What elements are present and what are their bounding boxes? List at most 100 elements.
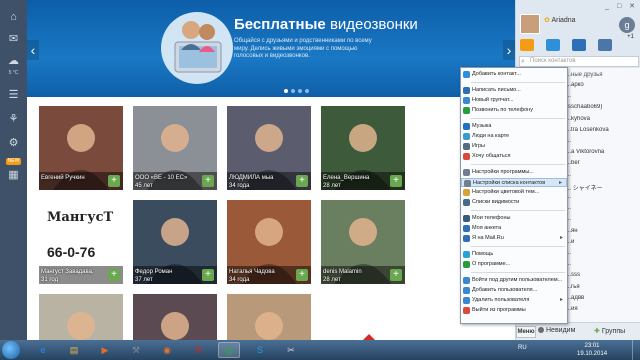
person-tile[interactable]: ООО «ВЕ - 10 ЕС» 45 лет +	[133, 106, 217, 190]
contact-item[interactable]: ...	[566, 138, 640, 148]
contact-item[interactable]: ...ия	[566, 306, 640, 316]
contact-item[interactable]: ...tra Losenkova	[566, 127, 640, 137]
menu-item[interactable]: Новый групчат...	[461, 96, 567, 105]
slide-dot[interactable]	[284, 89, 288, 93]
add-friend-button[interactable]: +	[390, 269, 402, 281]
menu-item[interactable]: Настройки цветовой тем...	[461, 188, 567, 197]
person-name[interactable]: Наталья Чадова	[229, 269, 275, 275]
slide-dot[interactable]	[305, 89, 309, 93]
groups-button[interactable]: ✚ Группы	[594, 327, 625, 335]
person-name[interactable]: Федор Роман	[135, 269, 172, 275]
contact-item[interactable]: ...й	[566, 239, 640, 249]
person-tile[interactable]	[133, 294, 217, 340]
bike-icon[interactable]: ⚙	[5, 136, 22, 150]
ie-icon[interactable]: e	[32, 342, 54, 358]
slide-dot[interactable]	[298, 89, 302, 93]
home-icon[interactable]: ⌂	[5, 10, 22, 24]
add-friend-button[interactable]: +	[202, 175, 214, 187]
contact-item[interactable]: ...гья	[566, 284, 640, 294]
chat-icon[interactable]: ✉	[5, 32, 22, 46]
window-controls[interactable]: _ □ ✕	[605, 2, 638, 10]
menu-item[interactable]: Игры	[461, 142, 567, 151]
plus-one-icon[interactable]: g	[619, 17, 635, 33]
contact-item[interactable]: ... シャイネー	[566, 183, 640, 193]
menu-item[interactable]: Хочу общаться	[461, 152, 567, 161]
add-friend-button[interactable]: +	[296, 175, 308, 187]
menu-item[interactable]: Удалить пользователя ▸	[461, 296, 567, 305]
show-desktop-button[interactable]	[632, 340, 640, 360]
menu-item[interactable]: Добавить пользователя...	[461, 286, 567, 295]
menu-button[interactable]: Меню	[516, 326, 536, 338]
menu-item[interactable]: Я на Mail.Ru ▸	[461, 234, 567, 243]
my-world-icon[interactable]	[572, 39, 586, 51]
contact-item[interactable]: ...ber	[566, 160, 640, 170]
vk-icon[interactable]	[598, 39, 612, 51]
add-friend-button[interactable]: +	[202, 269, 214, 281]
add-friend-button[interactable]: +	[108, 269, 120, 281]
contact-item[interactable]: ...	[566, 194, 640, 204]
menu-item[interactable]: Выйти из программы	[461, 306, 567, 315]
person-name[interactable]: Евгений Ручкин	[41, 175, 85, 181]
person-tile[interactable]: Наталья Чадова 34 года +	[227, 200, 311, 284]
person-tile[interactable]: МангусТ 66-0-76 Мангуст Завадава, 31 год +	[39, 200, 123, 284]
promo-banner[interactable]: ‹ › Бесплатные видеозвонки Общайся с дру…	[27, 0, 515, 97]
clock[interactable]: 23:01 19.10.2014	[577, 342, 607, 358]
banner-prev-button[interactable]: ‹	[27, 40, 39, 60]
contact-item[interactable]: ...адвв	[566, 295, 640, 305]
invisible-status[interactable]: Невидим	[538, 327, 575, 334]
person-tile[interactable]: Елена_Вершина 28 лет +	[321, 106, 405, 190]
person-tile[interactable]: ЛЮДМИЛА мыа 34 года +	[227, 106, 311, 190]
menu-item[interactable]: Написать письмо...	[461, 86, 567, 95]
contact-item[interactable]: (sschaabo69)	[566, 104, 640, 114]
media-player-icon[interactable]: ▶	[94, 342, 116, 358]
contact-item[interactable]: ...ян	[566, 228, 640, 238]
menu-item[interactable]: Помощь	[461, 250, 567, 259]
explorer-icon[interactable]: ▤	[63, 342, 85, 358]
contact-item[interactable]: ...	[566, 261, 640, 271]
add-friend-button[interactable]: +	[108, 175, 120, 187]
add-friend-button[interactable]: +	[390, 175, 402, 187]
contact-item[interactable]: ...sss	[566, 272, 640, 282]
tools-icon[interactable]: ⚒	[125, 342, 147, 358]
menu-item[interactable]: Войти под другим пользователем...	[461, 276, 567, 285]
contact-item[interactable]: ...a Viktorovna	[566, 149, 640, 159]
menu-item[interactable]: Добавить контакт...	[461, 70, 567, 79]
menu-item[interactable]: Люди на карте	[461, 132, 567, 141]
person-tile[interactable]	[321, 294, 405, 340]
mail-agent-icon[interactable]: @	[218, 342, 240, 358]
games-icon[interactable]: ⚘	[5, 112, 22, 126]
person-name[interactable]: Мангуст Завадава,	[41, 269, 94, 275]
status-selector[interactable]: ✿ Ariadna	[544, 16, 576, 24]
menu-item[interactable]: Списки видимости	[461, 198, 567, 207]
language-indicator[interactable]: RU	[518, 345, 527, 351]
apps-icon[interactable]: ▦	[5, 168, 22, 182]
firefox-icon[interactable]: ◉	[156, 342, 178, 358]
skype-icon[interactable]: S	[249, 342, 271, 358]
avatar[interactable]	[520, 14, 540, 34]
menu-item[interactable]: Настройки программы...	[461, 168, 567, 177]
add-friend-button[interactable]: +	[296, 269, 308, 281]
contact-item[interactable]: ...	[566, 216, 640, 226]
odnoklassniki-icon[interactable]	[546, 39, 560, 51]
start-button[interactable]	[2, 341, 20, 359]
menu-item[interactable]: Мои телефоны	[461, 214, 567, 223]
weather-icon[interactable]: ☁	[5, 54, 22, 68]
contact-item[interactable]: ...арко	[566, 82, 640, 92]
contact-item[interactable]: ...	[566, 250, 640, 260]
screen-capture-icon[interactable]: ✂	[280, 342, 302, 358]
person-name[interactable]: denis Malamin	[323, 269, 362, 275]
group-header[interactable]: ...ные друзья	[566, 72, 603, 78]
banner-next-button[interactable]: ›	[503, 40, 515, 60]
menu-item[interactable]: Моя анкета	[461, 224, 567, 233]
person-name[interactable]: ООО «ВЕ - 10 ЕС»	[135, 175, 187, 181]
mail-social-icon[interactable]	[520, 39, 534, 51]
menu-item[interactable]: О программе...	[461, 260, 567, 269]
search-input[interactable]: ⌕ Поиск контактов	[519, 56, 639, 67]
slide-dot[interactable]	[291, 89, 295, 93]
contact-item[interactable]: ...	[566, 172, 640, 182]
person-name[interactable]: Елена_Вершина	[323, 175, 369, 181]
person-tile[interactable]: Федор Роман 37 лет +	[133, 200, 217, 284]
person-name[interactable]: ЛЮДМИЛА мыа	[229, 175, 274, 181]
contact-item[interactable]: ...kyhova	[566, 116, 640, 126]
person-tile[interactable]: Евгений Ручкин +	[39, 106, 123, 190]
